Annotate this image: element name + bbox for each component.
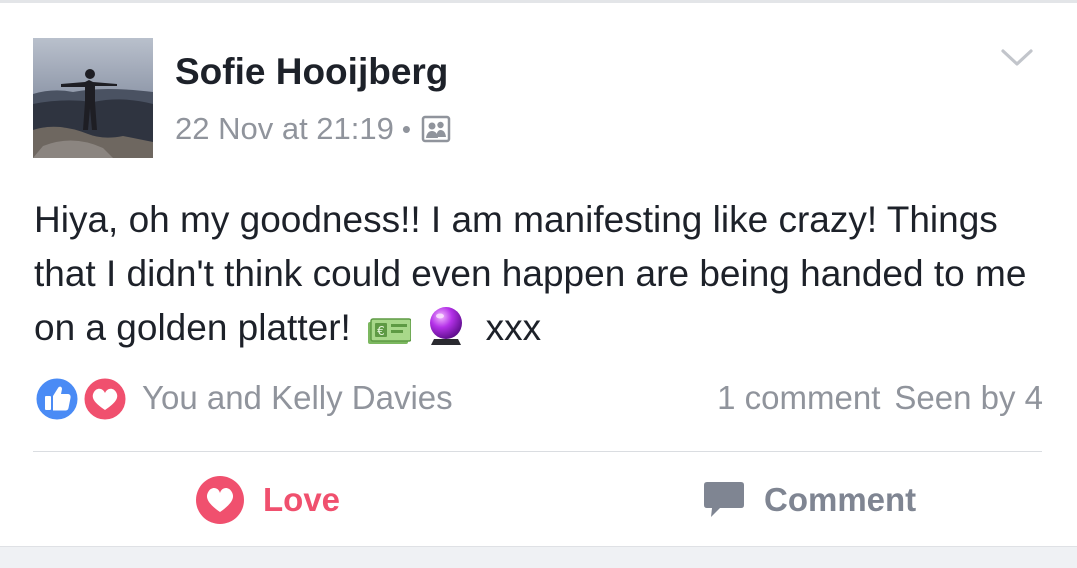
love-button[interactable]: Love bbox=[195, 472, 340, 528]
author-name[interactable]: Sofie Hooijberg bbox=[175, 50, 448, 94]
love-icon bbox=[196, 476, 244, 524]
svg-text:€: € bbox=[377, 324, 385, 338]
post-text: Hiya, oh my goodness!! I am manifesting … bbox=[34, 193, 1054, 361]
reaction-icons[interactable] bbox=[33, 375, 133, 423]
avatar[interactable] bbox=[33, 38, 153, 158]
seen-by-count[interactable]: Seen by 4 bbox=[894, 379, 1043, 416]
reaction-summary[interactable]: You and Kelly Davies bbox=[142, 379, 453, 417]
crystal-ball-icon bbox=[427, 306, 465, 361]
comment-count[interactable]: 1 comment bbox=[717, 379, 880, 416]
euro-banknote-icon: € bbox=[367, 307, 412, 361]
meta-separator: • bbox=[401, 113, 411, 144]
reactions-row: You and Kelly Davies 1 comment Seen by 4 bbox=[33, 372, 1043, 424]
top-border bbox=[0, 0, 1077, 3]
post-counts: 1 comment Seen by 4 bbox=[717, 379, 1043, 417]
post-meta: 22 Nov at 21:19 • bbox=[175, 110, 451, 148]
comment-button-label: Comment bbox=[764, 481, 917, 518]
love-button-label: Love bbox=[263, 481, 341, 518]
friends-icon[interactable] bbox=[421, 114, 451, 144]
feed-separator bbox=[0, 546, 1077, 568]
comment-button[interactable]: Comment bbox=[702, 472, 916, 528]
comment-icon bbox=[704, 482, 744, 517]
divider bbox=[33, 451, 1042, 452]
post-sign-off: xxx bbox=[485, 307, 542, 348]
post-timestamp[interactable]: 22 Nov at 21:19 bbox=[175, 111, 394, 147]
chevron-down-icon[interactable] bbox=[1000, 42, 1034, 72]
avatar-photo bbox=[33, 38, 153, 158]
